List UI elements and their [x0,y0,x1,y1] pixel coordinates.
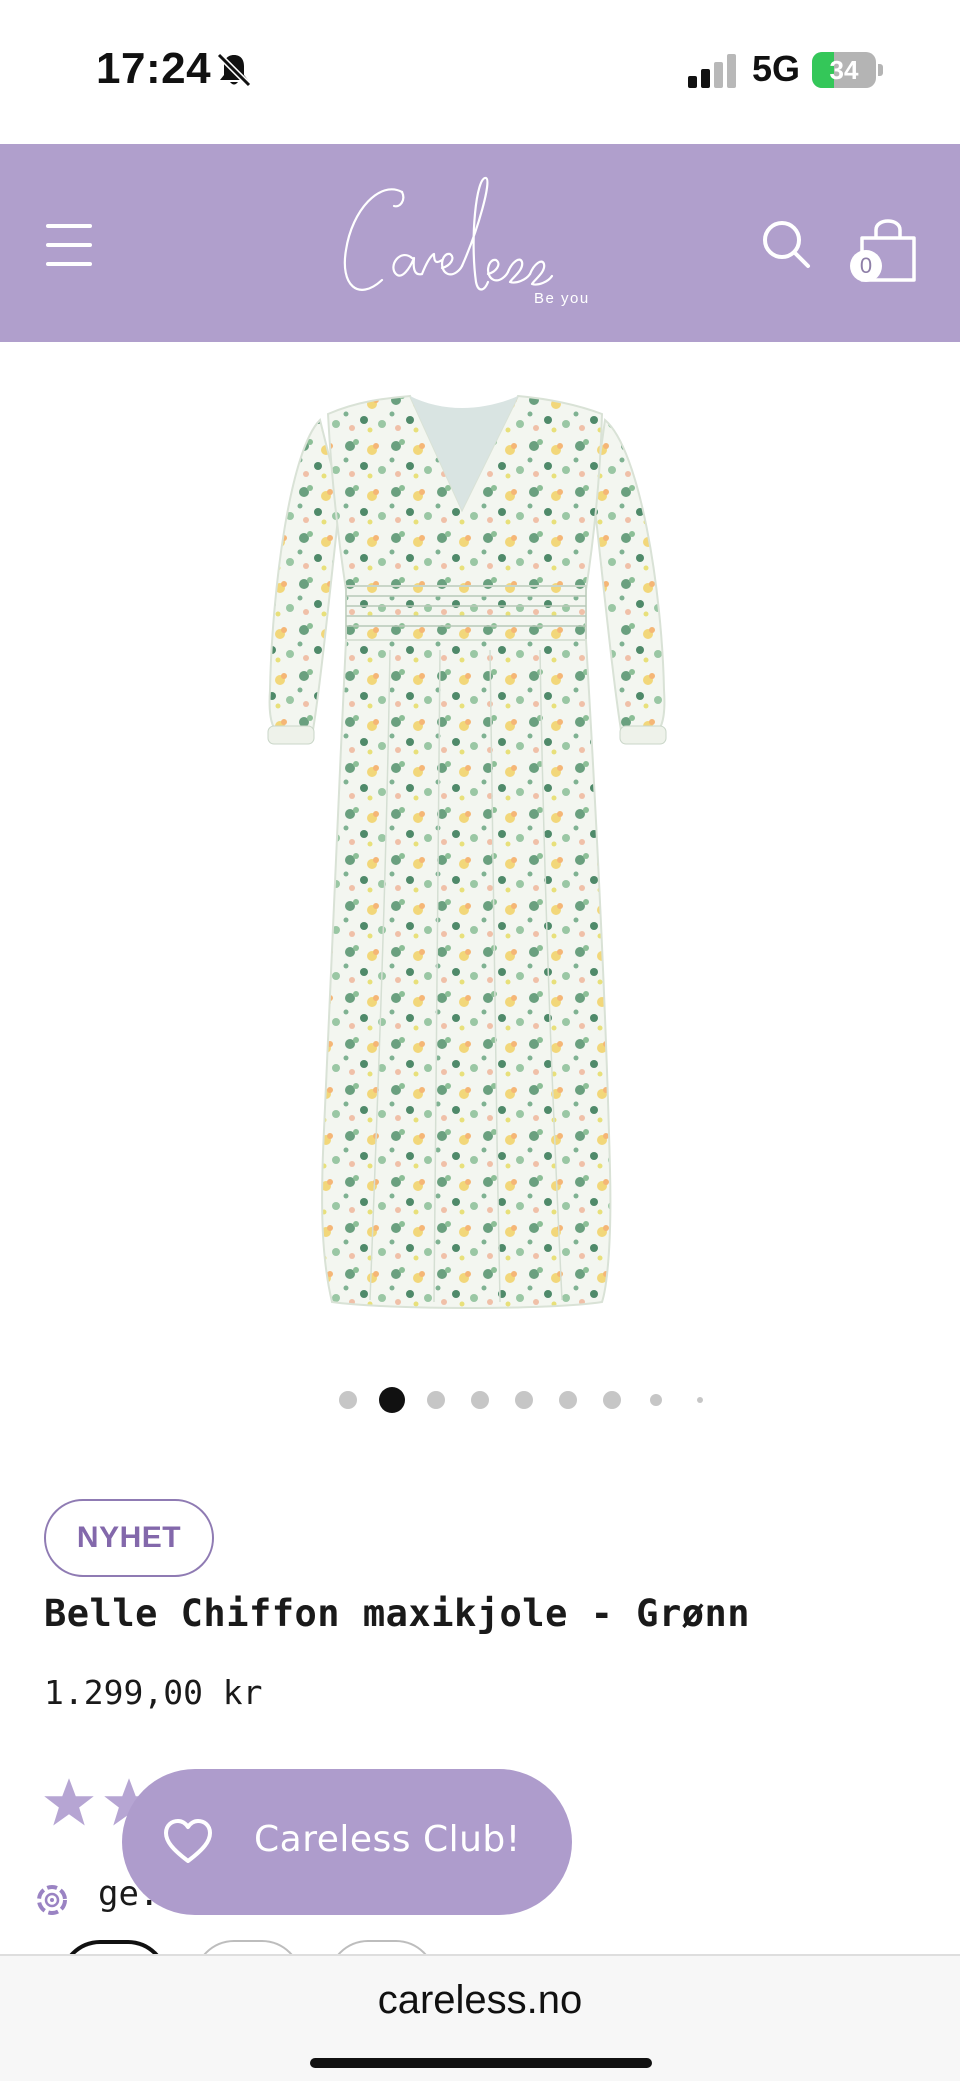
cart-count-badge: 0 [850,250,882,282]
status-time: 17:24 [96,44,212,93]
logo-tagline: Be you [534,290,590,307]
carousel-dot[interactable] [559,1391,577,1409]
carousel-dot[interactable] [427,1391,445,1409]
careless-club-button[interactable]: Careless Club! [122,1769,572,1915]
site-header: Be you 0 [0,144,960,342]
hamburger-menu-icon[interactable] [46,224,96,266]
ai-assistant-icon[interactable] [32,1880,72,1920]
signal-icon [688,54,736,88]
network-label: 5G [752,48,801,89]
carousel-dot[interactable] [603,1391,621,1409]
carousel-dot[interactable] [697,1397,703,1403]
club-button-label: Careless Club! [254,1819,521,1860]
home-indicator [310,2058,652,2068]
carousel-dot[interactable] [650,1394,662,1406]
status-bar: 17:24 5G 34 [0,0,960,144]
browser-bar: careless.no [0,1954,960,2081]
battery-icon: 34 [812,52,884,88]
carousel-dot[interactable] [515,1391,533,1409]
color-swatches[interactable] [0,1940,960,1954]
product-image[interactable] [250,390,710,1330]
swatch-selected[interactable] [60,1940,168,1954]
heart-icon [164,1819,212,1863]
bell-off-icon [216,52,252,88]
carousel-dot-active[interactable] [379,1387,405,1413]
swatch[interactable] [194,1940,302,1954]
product-price: 1.299,00 kr [44,1673,263,1712]
url-bar[interactable]: careless.no [0,1978,960,2023]
star-icon [44,1778,94,1826]
product-title: Belle Chiffon maxikjole - Grønn [44,1592,751,1635]
swatch[interactable] [328,1940,436,1954]
carousel-dots[interactable] [0,1386,960,1414]
search-icon[interactable] [760,218,812,270]
carousel-dot[interactable] [339,1391,357,1409]
new-badge: NYHET [44,1499,214,1577]
carousel-dot[interactable] [471,1391,489,1409]
battery-percent: 34 [829,55,859,85]
